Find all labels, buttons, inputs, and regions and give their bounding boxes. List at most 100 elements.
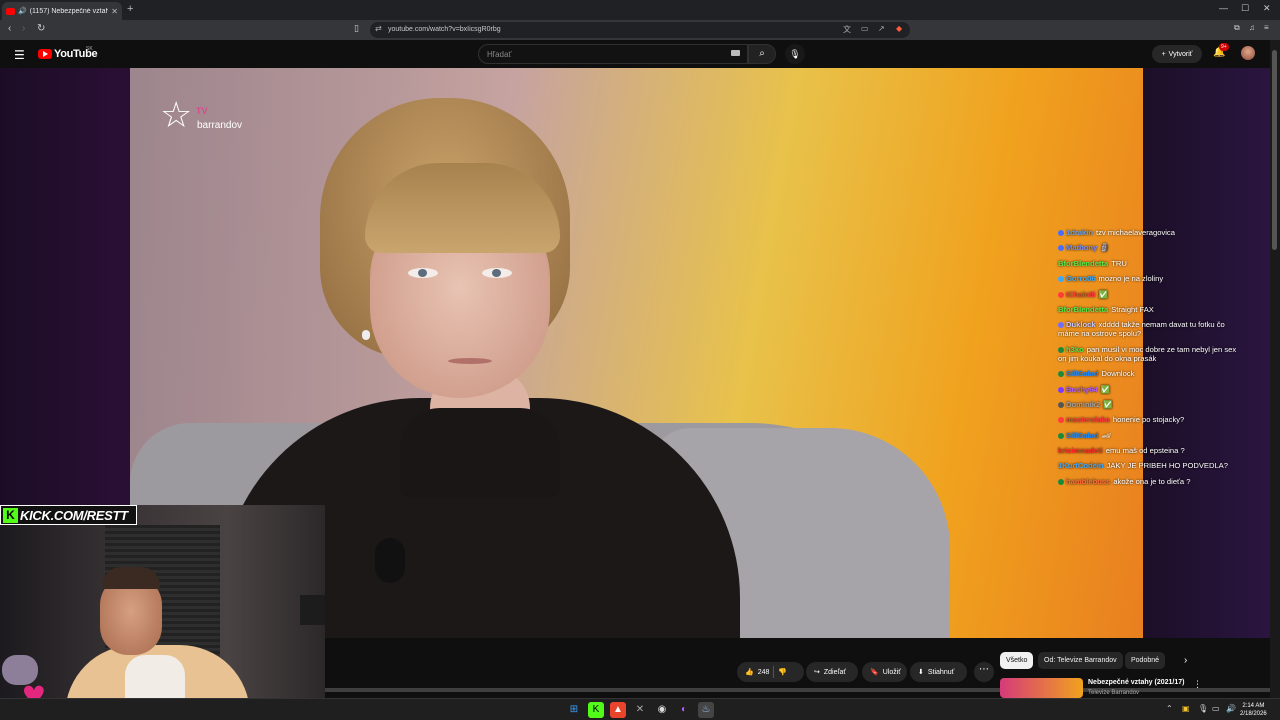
- chat-text: Downlock: [1101, 369, 1135, 379]
- steam-icon[interactable]: ♨: [698, 702, 714, 718]
- watermark-tv: TV: [196, 106, 208, 116]
- close-tab-icon[interactable]: ✕: [111, 7, 118, 16]
- new-tab-button[interactable]: +: [127, 3, 133, 15]
- like-divider: [773, 666, 775, 678]
- chat-message: IChain8i ✅: [1058, 290, 1238, 299]
- right-eye: [482, 268, 512, 278]
- chat-message: Dominik2 ✅: [1058, 400, 1238, 409]
- download-label: Stiahnuť: [927, 668, 955, 676]
- search-placeholder: Hľadať: [487, 50, 512, 59]
- share-icon: ↪: [814, 669, 820, 676]
- chip-from-channel[interactable]: Od: Televize Barrandov: [1038, 652, 1123, 669]
- account-avatar[interactable]: [1241, 46, 1255, 60]
- minimize-button[interactable]: —: [1219, 3, 1228, 13]
- save-icon: 🔖: [870, 669, 879, 676]
- share-button[interactable]: ↪ Zdieľať: [806, 662, 858, 682]
- guide-menu-icon[interactable]: ☰: [14, 48, 25, 62]
- chat-badge-icon: [1058, 291, 1064, 298]
- chat-text: 🏎: [1101, 430, 1112, 440]
- chat-badge-icon: [1058, 276, 1064, 283]
- recommendation-channel[interactable]: Televize Barrandov: [1088, 690, 1139, 696]
- speaker-icon: 🔊: [18, 8, 27, 15]
- close-window-button[interactable]: ✕: [1263, 3, 1271, 14]
- save-button[interactable]: 🔖 Uložiť: [862, 662, 907, 682]
- chat-text: akože ona je to dieťa ?: [1113, 476, 1191, 486]
- menu-icon[interactable]: ≡: [1264, 23, 1269, 32]
- stream-chat-overlay: 1drakin tzv michaelaveragovica Mathony 🗿 Bfo…: [1058, 228, 1238, 492]
- chat-text: tzv michaelaveragovica: [1096, 228, 1175, 237]
- recommendation-title[interactable]: Nebezpečné vztahy (2021/17): [1088, 679, 1185, 686]
- tray-volume-icon[interactable]: 🔊: [1226, 704, 1236, 713]
- share-page-icon[interactable]: ↗: [878, 24, 885, 33]
- keyboard-icon[interactable]: [731, 50, 740, 56]
- clock-date: 2/18/2026: [1240, 711, 1267, 717]
- chat-badge-icon: [1058, 432, 1064, 439]
- chat-badge-icon: [1058, 417, 1064, 424]
- chat-message: SillGalad Downlock: [1058, 369, 1238, 378]
- chat-message: 1drakin tzv michaelaveragovica: [1058, 228, 1238, 237]
- kick-app-icon[interactable]: K: [588, 702, 604, 718]
- tray-folder-icon[interactable]: ▣: [1182, 704, 1190, 713]
- youtube-header: ☰ YouTube SK Hľadať ⌕ 🎙 + Vytvoriť 🔔 9+: [0, 40, 1280, 68]
- tray-microphone-icon[interactable]: 🎙: [1198, 704, 1208, 713]
- chat-message: masteralaka honenie po stojacky?: [1058, 415, 1238, 424]
- microphone-icon: 🎙: [789, 49, 801, 59]
- start-menu-icon[interactable]: ⊞: [566, 702, 582, 718]
- chat-username: 1KurtCodein: [1058, 461, 1104, 471]
- plus-icon: +: [1161, 50, 1166, 58]
- chip-all-label: Všetko: [1006, 657, 1028, 664]
- chat-username: SillGalad: [1066, 369, 1099, 379]
- dislike-icon[interactable]: 👎: [778, 668, 787, 676]
- like-icon[interactable]: 👍: [745, 668, 754, 676]
- search-button[interactable]: ⌕: [748, 44, 776, 64]
- bookmark-icon[interactable]: ▯: [354, 23, 359, 34]
- tray-monitor-icon[interactable]: ▭: [1212, 704, 1220, 713]
- brave-shield-icon[interactable]: ◆: [896, 24, 902, 33]
- xbox-icon[interactable]: ✕: [632, 702, 648, 718]
- chat-text: honenie po stojacky?: [1112, 415, 1185, 425]
- site-info-icon[interactable]: ⇄: [375, 24, 382, 33]
- browser-tab[interactable]: 🔊 (1157) Nebezpečné vztahy (2 ✕: [2, 2, 122, 20]
- share-label: Zdieľať: [823, 668, 847, 676]
- scrollbar-thumb[interactable]: [1272, 50, 1277, 250]
- voice-search-button[interactable]: 🎙: [785, 44, 805, 64]
- address-bar[interactable]: youtube.com/watch?v=bxIicsgR0rbg: [370, 22, 910, 38]
- create-button[interactable]: + Vytvoriť: [1152, 45, 1202, 63]
- search-input[interactable]: Hľadať: [478, 44, 748, 64]
- forward-button[interactable]: ›: [22, 23, 25, 34]
- chip-related[interactable]: Podobné: [1125, 652, 1166, 669]
- youtube-logo-icon[interactable]: [38, 49, 52, 59]
- browser-toolbar: ‹ › ↻ ▯ youtube.com/watch?v=bxIicsgR0rbg…: [0, 20, 1280, 40]
- download-button[interactable]: ⬇ Stiahnuť: [910, 662, 967, 682]
- chat-username: BforBlendetta: [1058, 304, 1109, 314]
- discord-icon[interactable]: ◐: [676, 702, 692, 718]
- chip-all[interactable]: Všetko: [1000, 652, 1034, 669]
- tray-chevron-icon[interactable]: ⌃: [1166, 704, 1173, 713]
- chat-badge-icon: [1058, 401, 1064, 408]
- back-button[interactable]: ‹: [8, 23, 11, 34]
- more-actions-button[interactable]: ⋯: [974, 662, 994, 682]
- media-icon[interactable]: ♫: [1249, 23, 1255, 32]
- recommendation-menu-icon[interactable]: ⋮: [1193, 679, 1202, 690]
- chat-message: 1KurtCodein JAKY JE PRIBEH HO PODVEDLA?: [1058, 461, 1238, 470]
- translate-icon[interactable]: 文: [843, 24, 851, 35]
- reload-button[interactable]: ↻: [37, 23, 45, 34]
- extensions-icon[interactable]: ⧉: [1234, 23, 1240, 33]
- chat-text: emu maš od epsteina ?: [1105, 446, 1185, 456]
- recommendation-thumbnail[interactable]: [1000, 678, 1083, 698]
- chat-username: 1drakin: [1066, 228, 1094, 237]
- earring: [362, 330, 370, 340]
- chat-username: Gorro06: [1066, 274, 1096, 284]
- tab-title: (1157) Nebezpečné vztahy (2: [29, 7, 109, 15]
- streamer-webcam: ♥: [0, 505, 325, 720]
- obs-icon[interactable]: ◉: [654, 702, 670, 718]
- chevron-right-icon[interactable]: ›: [1184, 655, 1187, 666]
- brave-browser-icon[interactable]: ▲: [610, 702, 626, 718]
- maximize-button[interactable]: ☐: [1241, 3, 1249, 14]
- like-count[interactable]: 248: [758, 669, 770, 676]
- cast-icon[interactable]: ▭: [861, 24, 869, 33]
- chat-message: BforBlendetta Straight FAX: [1058, 305, 1238, 314]
- chat-username: masteralaka: [1066, 415, 1110, 425]
- taskbar-clock[interactable]: 2:14 AM 2/18/2026: [1240, 702, 1267, 718]
- star-logo-icon: ☆: [160, 94, 193, 135]
